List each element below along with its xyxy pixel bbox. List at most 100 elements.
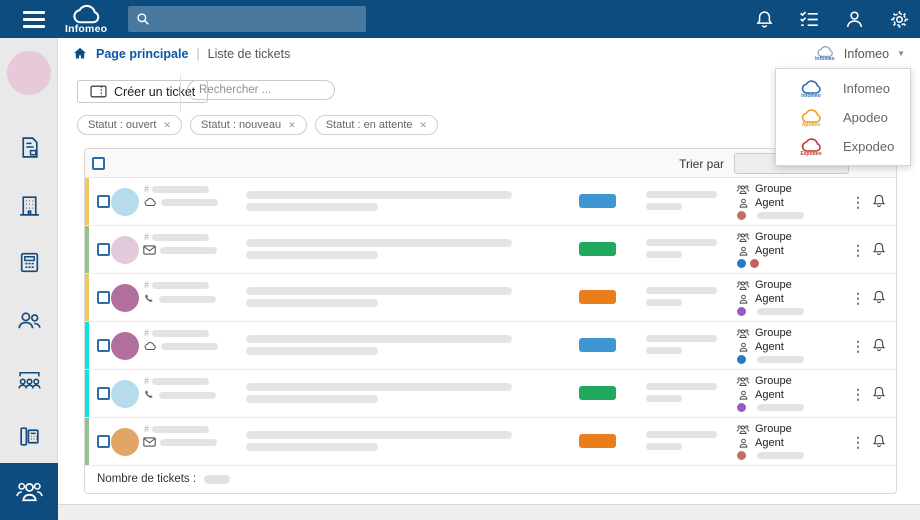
ticket-row[interactable]: # Groupe Agent ⋮ [85,226,896,274]
company-menu-item[interactable]: Infomeo Infomeo [776,74,910,103]
tag-dots [737,307,804,316]
agent-line: Agent [736,244,792,258]
mail-channel-icon [143,245,156,255]
ticket-search[interactable] [187,80,335,100]
row-checkbox[interactable] [97,435,110,448]
sidebar-item-documents[interactable] [0,122,58,172]
status-badge [579,338,616,352]
group-label: Groupe [755,231,792,243]
row-accent-bar [85,178,89,225]
agent-label: Agent [755,437,784,449]
ticket-subtitle-skeleton [246,395,378,403]
filter-chip-status-pending[interactable]: Statut : en attente ✕ [314,115,439,135]
row-checkbox[interactable] [97,195,110,208]
row-checkbox[interactable] [97,339,110,352]
row-bell-icon[interactable] [871,241,888,258]
company-menu-item[interactable]: Expodeo Expodeo [776,132,910,161]
search-icon [137,13,149,25]
ticket-number-skeleton: # [144,233,210,242]
tag-skeleton [757,356,804,363]
bell-icon[interactable] [753,8,775,30]
sidebar-item-organizations[interactable] [0,180,58,230]
row-menu-icon[interactable]: ⋮ [851,432,865,452]
global-search[interactable] [128,6,366,32]
ticket-row[interactable]: # Groupe Agent ⋮ [85,178,896,226]
row-menu-icon[interactable]: ⋮ [851,288,865,308]
chip-label: Statut : en attente [325,119,413,131]
company-logo-icon: Infomeo [798,79,824,99]
hamburger-menu-icon[interactable] [23,10,45,28]
row-bell-icon[interactable] [871,289,888,306]
requester-avatar [111,380,139,408]
ticket-row[interactable]: # Groupe Agent ⋮ [85,274,896,322]
close-icon[interactable]: ✕ [163,120,171,131]
row-checkbox[interactable] [97,291,110,304]
gear-icon[interactable] [888,8,910,30]
company-logo-text: Expodeo [800,150,822,157]
user-icon[interactable] [843,8,865,30]
sidebar-item-groups[interactable] [0,354,58,404]
sidebar-item-phone[interactable] [0,411,58,461]
select-all-checkbox[interactable] [92,157,105,170]
cloud-channel-icon [144,342,156,351]
group-line: Groupe [736,422,792,436]
group-line: Groupe [736,230,792,244]
row-menu-icon[interactable]: ⋮ [851,384,865,404]
requester-avatar [111,284,139,312]
group-icon [736,424,750,435]
row-bell-icon[interactable] [871,193,888,210]
agent-icon [736,197,750,209]
global-search-input[interactable] [156,12,356,26]
requester-avatar [111,236,139,264]
close-icon[interactable]: ✕ [420,120,428,131]
agent-icon [736,293,750,305]
group-icon [736,184,750,195]
row-bell-icon[interactable] [871,337,888,354]
filter-chip-status-new[interactable]: Statut : nouveau ✕ [190,115,307,135]
sidebar [0,38,58,520]
ticket-search-input[interactable] [199,84,319,96]
row-menu-icon[interactable]: ⋮ [851,336,865,356]
sidebar-item-contacts[interactable] [0,295,58,345]
status-badge [579,386,616,400]
tag-dots [737,451,804,460]
company-menu-item[interactable]: Apodeo Apodeo [776,103,910,132]
row-bell-icon[interactable] [871,433,888,450]
row-menu-icon[interactable]: ⋮ [851,192,865,212]
tag-skeleton [757,404,804,411]
meta-skeleton [646,335,717,342]
brand-logo[interactable]: Infomeo [65,3,107,35]
tag-dot [737,211,746,220]
sidebar-item-teams[interactable] [0,463,58,520]
agent-icon [736,389,750,401]
task-list-icon[interactable] [798,8,820,30]
row-checkbox[interactable] [97,387,110,400]
ticket-channel-skeleton [143,341,218,351]
filter-chip-status-open[interactable]: Statut : ouvert ✕ [77,115,183,135]
assignment-block: Groupe Agent [736,278,792,306]
row-checkbox[interactable] [97,243,110,256]
home-icon[interactable] [72,46,88,61]
group-label: Groupe [755,279,792,291]
meta-skeleton [646,383,717,390]
sidebar-item-billing[interactable] [0,237,58,287]
ticket-row[interactable]: # Groupe Agent ⋮ [85,370,896,418]
company-menu-item-label: Expodeo [843,139,895,154]
assignment-block: Groupe Agent [736,230,792,258]
ticket-row[interactable]: # Groupe Agent ⋮ [85,322,896,370]
meta-skeleton [646,251,682,258]
row-bell-icon[interactable] [871,385,888,402]
row-menu-icon[interactable]: ⋮ [851,240,865,260]
company-menu: Infomeo Infomeo Apodeo Apodeo Expodeo Ex… [775,68,911,166]
agent-line: Agent [736,292,792,306]
breadcrumb-primary[interactable]: Page principale [96,47,188,61]
group-label: Groupe [755,375,792,387]
group-icon [736,328,750,339]
status-badge [579,242,616,256]
company-selector[interactable]: Infomeo Infomeo ▼ [814,45,905,62]
ticket-title-skeleton [246,431,512,439]
close-icon[interactable]: ✕ [288,120,296,131]
company-logo-icon: Apodeo [798,108,824,128]
ticket-row[interactable]: # Groupe Agent ⋮ [85,418,896,466]
user-avatar[interactable] [7,51,51,95]
